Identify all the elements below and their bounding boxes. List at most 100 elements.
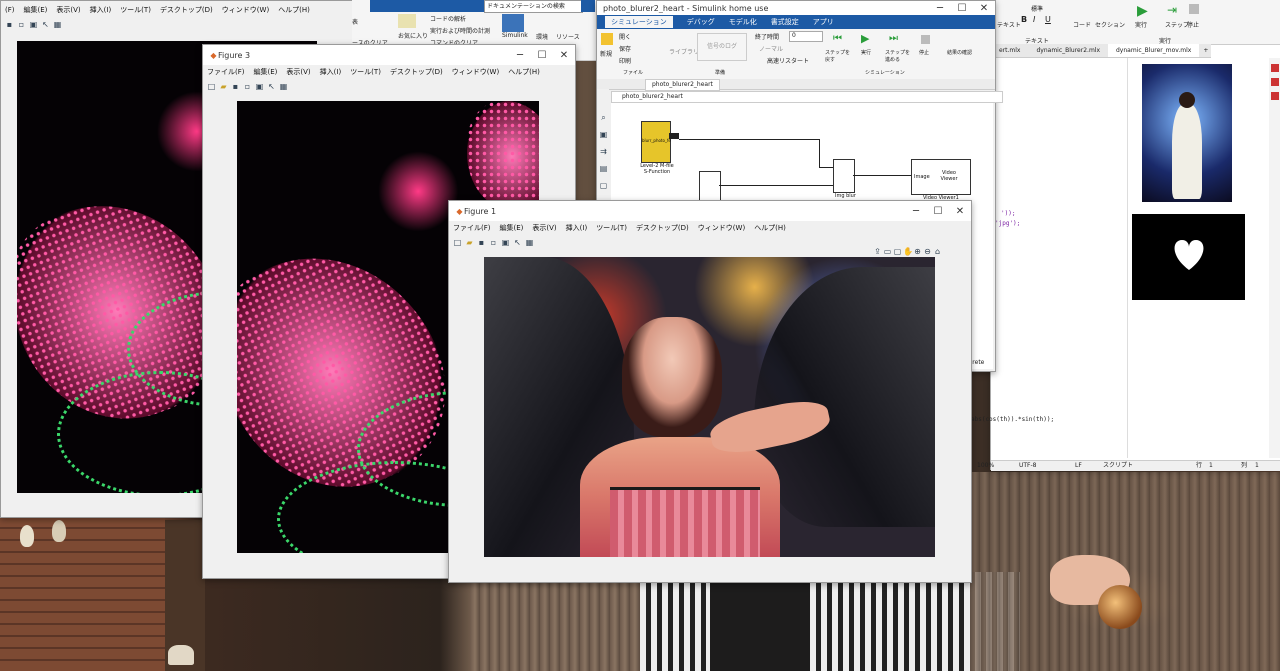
step-button[interactable]: ステップ bbox=[1165, 20, 1189, 29]
maximize-icon[interactable]: ☐ bbox=[531, 50, 553, 61]
minimize-icon[interactable]: ─ bbox=[509, 50, 531, 61]
datatip-icon[interactable]: ▢ bbox=[893, 247, 902, 256]
video-viewer-block[interactable]: Image Video Viewer bbox=[911, 159, 971, 195]
menu-item[interactable]: ヘルプ(H) bbox=[278, 5, 310, 15]
environment-label[interactable]: 環境 bbox=[536, 32, 548, 41]
print-icon[interactable]: ▫ bbox=[489, 238, 498, 247]
stop-button[interactable]: 停止 bbox=[919, 49, 929, 56]
zoom-icon[interactable]: ⌕ bbox=[599, 113, 608, 122]
menu-view[interactable]: 表示(V) bbox=[286, 67, 310, 77]
menu-item[interactable]: 表示(V) bbox=[56, 5, 80, 15]
save-icon[interactable]: ▪ bbox=[477, 238, 486, 247]
minimize-icon[interactable]: ─ bbox=[905, 206, 927, 217]
bold-icon[interactable]: B bbox=[1021, 15, 1027, 24]
menu-help[interactable]: ヘルプ(H) bbox=[754, 223, 786, 233]
grid-icon[interactable]: ▦ bbox=[53, 20, 62, 29]
signal-log-button[interactable]: 信号のログ bbox=[697, 33, 747, 61]
code-button[interactable]: コード bbox=[1073, 20, 1091, 29]
blur-block[interactable] bbox=[833, 159, 855, 193]
brush-icon[interactable]: ▭ bbox=[883, 247, 892, 256]
menu-item[interactable]: 編集(E) bbox=[24, 5, 48, 15]
tab-apps[interactable]: アプリ bbox=[813, 17, 834, 27]
tab-modeling[interactable]: モデル化 bbox=[729, 17, 757, 27]
home-icon[interactable]: ⌂ bbox=[933, 247, 942, 256]
editor-tab[interactable]: dynamic_Blurer2.mlx bbox=[1028, 44, 1108, 57]
run-button[interactable]: 実行 bbox=[861, 49, 871, 56]
grid-icon[interactable]: ▦ bbox=[525, 238, 534, 247]
fit-icon[interactable]: ▣ bbox=[599, 130, 608, 139]
zoom-in-icon[interactable]: ⊕ bbox=[913, 247, 922, 256]
box-icon[interactable]: ▢ bbox=[599, 181, 608, 190]
link-icon[interactable]: ▣ bbox=[29, 20, 38, 29]
favorites-label[interactable]: お気に入り bbox=[398, 31, 428, 40]
maximize-icon[interactable]: ☐ bbox=[951, 3, 973, 14]
breadcrumb[interactable]: photo_blurer2_heart bbox=[611, 91, 1003, 103]
step-back-button[interactable]: ステップを戻す bbox=[825, 49, 851, 63]
menu-window[interactable]: ウィンドウ(W) bbox=[698, 223, 745, 233]
stop-button[interactable]: 停止 bbox=[1187, 20, 1199, 29]
step-back-icon[interactable]: ⏮ bbox=[833, 33, 842, 44]
menu-file[interactable]: ファイル(F) bbox=[453, 223, 491, 233]
image-icon[interactable]: ▤ bbox=[599, 164, 608, 173]
link-icon[interactable]: ▣ bbox=[501, 238, 510, 247]
run-icon[interactable]: ▶ bbox=[1137, 3, 1148, 19]
new-icon[interactable] bbox=[601, 33, 613, 45]
review-results[interactable]: 結果の確認 bbox=[947, 49, 972, 56]
print-icon[interactable]: ▫ bbox=[17, 20, 26, 29]
new-figure-icon[interactable]: □ bbox=[207, 82, 216, 91]
library-button[interactable]: ライブラリ bbox=[669, 47, 699, 56]
underline-icon[interactable]: U bbox=[1045, 15, 1051, 24]
print-icon[interactable]: ▫ bbox=[243, 82, 252, 91]
editor-tab[interactable]: ert.mlx bbox=[991, 44, 1028, 57]
stop-icon[interactable] bbox=[921, 35, 930, 44]
add-tab-icon[interactable]: + bbox=[1199, 44, 1212, 57]
save-icon[interactable]: ▪ bbox=[5, 20, 14, 29]
print-button[interactable]: 印刷 bbox=[619, 56, 631, 65]
menu-edit[interactable]: 編集(E) bbox=[254, 67, 278, 77]
run-button[interactable]: 実行 bbox=[1135, 20, 1147, 29]
section-button[interactable]: セクション bbox=[1095, 20, 1125, 29]
grid-icon[interactable]: ▦ bbox=[279, 82, 288, 91]
export-icon[interactable]: ⇪ bbox=[873, 247, 882, 256]
warning-icon[interactable] bbox=[1271, 64, 1279, 72]
style-dropdown[interactable]: 標準 bbox=[1031, 4, 1043, 13]
editor-tab-active[interactable]: dynamic_Blurer_mov.mlx bbox=[1108, 44, 1200, 57]
pan-icon[interactable]: ✋ bbox=[903, 247, 913, 256]
menu-edit[interactable]: 編集(E) bbox=[500, 223, 524, 233]
new-button[interactable]: 新規 bbox=[600, 49, 612, 58]
mode-select[interactable]: ノーマル bbox=[759, 44, 783, 53]
italic-icon[interactable]: I bbox=[1033, 15, 1035, 24]
link-icon[interactable]: ▣ bbox=[255, 82, 264, 91]
arrow-icon[interactable]: ⇉ bbox=[599, 147, 608, 156]
tab-format[interactable]: 書式設定 bbox=[771, 17, 799, 27]
stop-icon[interactable] bbox=[1189, 4, 1199, 14]
warning-icon[interactable] bbox=[1271, 78, 1279, 86]
menu-desktop[interactable]: デスクトップ(D) bbox=[390, 67, 443, 77]
close-icon[interactable]: ✕ bbox=[973, 3, 995, 14]
pointer-icon[interactable]: ↖ bbox=[267, 82, 276, 91]
save-button[interactable]: 保存 bbox=[619, 44, 631, 53]
new-figure-icon[interactable]: □ bbox=[453, 238, 462, 247]
tab-simulation[interactable]: シミュレーション bbox=[605, 16, 673, 28]
constant-block[interactable] bbox=[699, 171, 721, 201]
resources-label[interactable]: リソース bbox=[556, 32, 580, 41]
menu-item[interactable]: ウィンドウ(W) bbox=[222, 5, 269, 15]
menu-insert[interactable]: 挿入(I) bbox=[566, 223, 588, 233]
simulink-icon[interactable] bbox=[502, 14, 524, 32]
pointer-icon[interactable]: ↖ bbox=[41, 20, 50, 29]
pointer-icon[interactable]: ↖ bbox=[513, 238, 522, 247]
step-forward-icon[interactable]: ⏭ bbox=[889, 33, 898, 44]
minimize-icon[interactable]: ─ bbox=[929, 3, 951, 14]
stop-time-input[interactable]: 0 bbox=[789, 31, 823, 42]
menu-tools[interactable]: ツール(T) bbox=[350, 67, 381, 77]
fast-restart[interactable]: 高速リスタート bbox=[767, 56, 809, 65]
maximize-icon[interactable]: ☐ bbox=[927, 206, 949, 217]
open-icon[interactable]: ▰ bbox=[219, 82, 228, 91]
menu-view[interactable]: 表示(V) bbox=[532, 223, 556, 233]
menu-item[interactable]: デスクトップ(D) bbox=[160, 5, 213, 15]
menu-item[interactable]: 挿入(I) bbox=[90, 5, 112, 15]
open-button[interactable]: 開く bbox=[619, 32, 631, 41]
tab-debug[interactable]: デバッグ bbox=[687, 17, 715, 27]
run-and-time[interactable]: 実行および時間の計測 bbox=[430, 26, 490, 35]
open-icon[interactable]: ▰ bbox=[465, 238, 474, 247]
